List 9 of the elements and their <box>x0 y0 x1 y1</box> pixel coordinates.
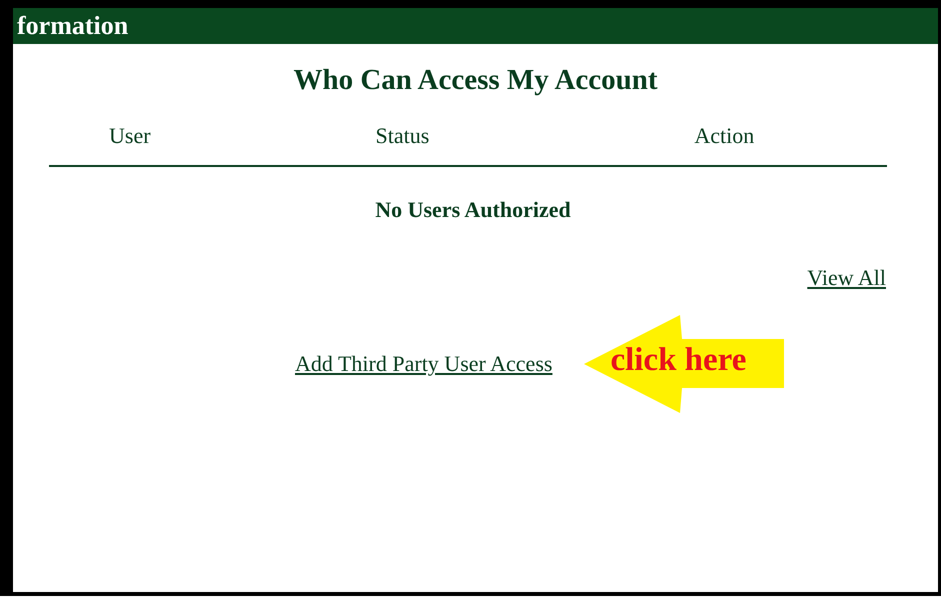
empty-message: No Users Authorized <box>375 199 571 221</box>
column-header: Status <box>376 125 430 147</box>
header-title: formation <box>17 13 128 39</box>
column-header: User <box>109 125 151 147</box>
section-title: Who Can Access My Account <box>293 66 658 95</box>
column-header: Action <box>694 125 754 147</box>
callout-text: click here <box>610 344 746 377</box>
view-all-link[interactable]: View All <box>807 267 886 289</box>
add-access-link[interactable]: Add Third Party User Access <box>295 353 552 375</box>
